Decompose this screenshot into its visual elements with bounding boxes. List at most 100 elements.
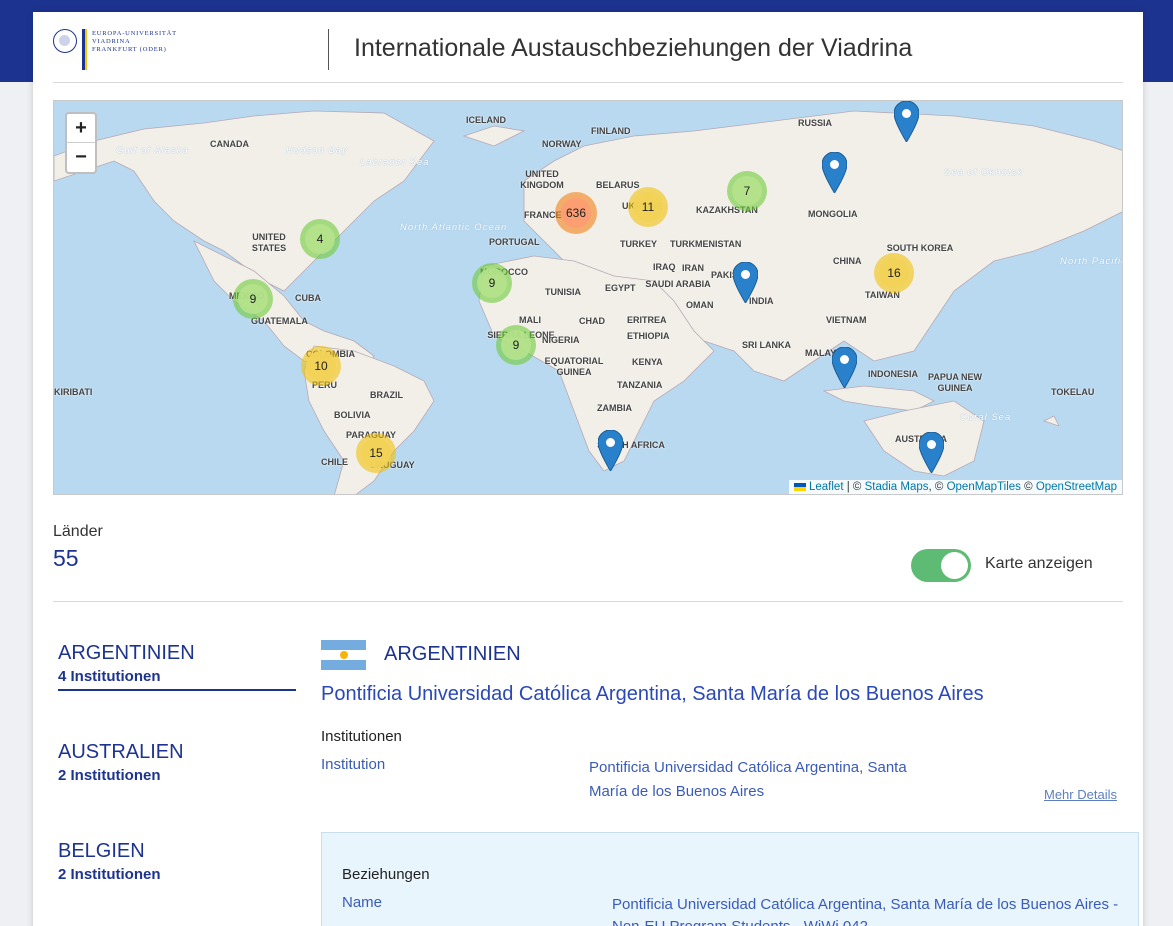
institution-value: Pontificia Universidad Católica Argentin…	[589, 759, 907, 800]
map-cluster[interactable]: 9	[496, 325, 536, 365]
country-list-item-argentinien[interactable]: ARGENTINIEN 4 Institutionen	[58, 642, 296, 691]
map-marker-icon[interactable]	[919, 432, 944, 473]
leaflet-link[interactable]: Leaflet	[809, 481, 844, 493]
attribution-separator: | ©	[843, 481, 865, 493]
countries-stat-label: Länder	[53, 523, 103, 540]
map-country-label: OMAN	[686, 300, 714, 310]
relations-section-heading: Beziehungen	[342, 866, 430, 883]
map-cluster[interactable]: 16	[874, 253, 914, 293]
map-country-label: VIETNAM	[826, 315, 867, 325]
map-country-label: KENYA	[632, 357, 663, 367]
section-divider	[53, 601, 1123, 602]
map-cluster[interactable]: 9	[233, 279, 273, 319]
logo-bar-accent	[85, 29, 87, 70]
zoom-out-button[interactable]: −	[67, 143, 95, 172]
map-country-label: INDONESIA	[868, 369, 919, 379]
sea-label: Gulf of Alaska	[116, 145, 189, 156]
map-cluster[interactable]: 15	[356, 433, 396, 473]
sea-label: North Atlantic Ocean	[400, 222, 508, 233]
map-country-label: SAUDI ARABIA	[645, 279, 711, 289]
map-country-label: RUSSIA	[798, 118, 833, 128]
zoom-in-button[interactable]: +	[67, 114, 95, 143]
page-title: Internationale Austauschbeziehungen der …	[354, 34, 913, 62]
institution-key: Institution	[321, 756, 386, 773]
country-name: ARGENTINIEN	[58, 642, 195, 664]
map-country-label: PORTUGAL	[489, 237, 540, 247]
map-country-label: PAPUA NEW GUINEA	[928, 372, 982, 393]
countries-stat-value: 55	[53, 545, 79, 571]
map-country-label: IRAN	[682, 263, 704, 273]
map-attribution: Leaflet | © Stadia Maps, © OpenMapTiles …	[789, 480, 1122, 494]
map-cluster[interactable]: 11	[628, 187, 668, 227]
map-country-label: ICELAND	[466, 115, 506, 125]
stadia-maps-link[interactable]: Stadia Maps	[865, 481, 929, 493]
openmaptiles-link[interactable]: OpenMapTiles	[947, 481, 1021, 493]
sea-label: Coral Sea	[960, 412, 1012, 423]
country-list-item-australien[interactable]: AUSTRALIEN 2 Institutionen	[58, 741, 296, 784]
world-map[interactable]: Gulf of Alaska Hudson Bay Labrador Sea N…	[53, 100, 1123, 495]
map-marker-icon[interactable]	[894, 101, 919, 142]
map-toggle-switch[interactable]	[911, 549, 971, 582]
university-logo[interactable]: EUROPA-UNIVERSITÄT VIADRINA FRANKFURT (O…	[53, 29, 193, 71]
map-cluster[interactable]: 636	[555, 192, 597, 234]
map-country-label: CANADA	[210, 139, 249, 149]
map-land-layer	[54, 110, 1122, 494]
main-card: EUROPA-UNIVERSITÄT VIADRINA FRANKFURT (O…	[33, 12, 1143, 926]
map-cluster[interactable]: 9	[472, 263, 512, 303]
relations-panel: Beziehungen Name Pontificia Universidad …	[321, 832, 1139, 926]
map-country-label: TANZANIA	[617, 380, 663, 390]
map-country-label: ETHIOPIA	[627, 331, 670, 341]
ukraine-flag-icon	[794, 482, 806, 491]
relation-name-key: Name	[342, 894, 383, 911]
map-country-label: CHINA	[833, 256, 862, 266]
country-institution-count: 2 Institutionen	[58, 866, 161, 883]
map-country-label: TOKELAU	[1051, 387, 1095, 397]
map-country-label: CHAD	[579, 316, 605, 326]
argentina-flag-icon	[321, 640, 366, 670]
logo-text: EUROPA-UNIVERSITÄT VIADRINA FRANKFURT (O…	[92, 30, 177, 53]
attribution-separator: , ©	[928, 481, 947, 493]
map-country-label: MONGOLIA	[808, 209, 858, 219]
map-country-label: EQUATORIAL GUINEA	[544, 356, 604, 377]
institution-title[interactable]: Pontificia Universidad Católica Argentin…	[321, 683, 984, 706]
map-country-label: FINLAND	[591, 126, 631, 136]
map-marker-icon[interactable]	[822, 152, 847, 193]
map-country-label: ZAMBIA	[597, 403, 632, 413]
sea-label: Hudson Bay	[286, 145, 348, 156]
map-toggle-label: Karte anzeigen	[985, 555, 1093, 572]
map-country-label: TURKMENISTAN	[670, 239, 742, 249]
map-country-label: TURKEY	[620, 239, 658, 249]
country-institution-count: 2 Institutionen	[58, 767, 161, 784]
map-country-label: BELARUS	[596, 180, 640, 190]
openstreetmap-link[interactable]: OpenStreetMap	[1036, 481, 1117, 493]
zoom-control: + −	[65, 112, 97, 174]
map-country-label: ERITREA	[627, 315, 667, 325]
map-marker-icon[interactable]	[733, 262, 758, 303]
country-institution-count: 4 Institutionen	[58, 668, 161, 685]
map-country-label: UNITED KINGDOM	[520, 169, 564, 190]
map-country-label: MALI	[519, 315, 541, 325]
map-country-label: SRI LANKA	[742, 340, 791, 350]
map-country-label: EGYPT	[605, 283, 636, 293]
map-country-label: UNITED STATES	[251, 232, 287, 253]
sea-label: Sea of Okhotsk	[944, 167, 1023, 178]
institutions-section-heading: Institutionen	[321, 728, 402, 745]
country-list-item-belgien[interactable]: BELGIEN 2 Institutionen	[58, 840, 296, 883]
sea-label: North Pacific Ocean	[1060, 256, 1122, 267]
detail-country-name: ARGENTINIEN	[384, 643, 521, 665]
map-marker-icon[interactable]	[598, 430, 623, 471]
attribution-separator: ©	[1020, 481, 1036, 493]
map-country-label: KIRIBATI	[54, 387, 93, 397]
sea-label: Labrador Sea	[360, 157, 430, 168]
map-cluster[interactable]: 10	[301, 346, 341, 386]
map-country-label: TUNISIA	[545, 287, 581, 297]
map-country-label: CUBA	[295, 293, 321, 303]
map-country-label: NIGERIA	[542, 335, 580, 345]
map-marker-icon[interactable]	[832, 347, 857, 388]
more-details-link[interactable]: Mehr Details	[1044, 787, 1117, 802]
map-cluster[interactable]: 4	[300, 219, 340, 259]
relation-name-value: Pontificia Universidad Católica Argentin…	[612, 896, 1119, 926]
map-country-label: IRAQ	[653, 262, 676, 272]
map-cluster[interactable]: 7	[727, 171, 767, 211]
header-divider	[53, 82, 1123, 83]
